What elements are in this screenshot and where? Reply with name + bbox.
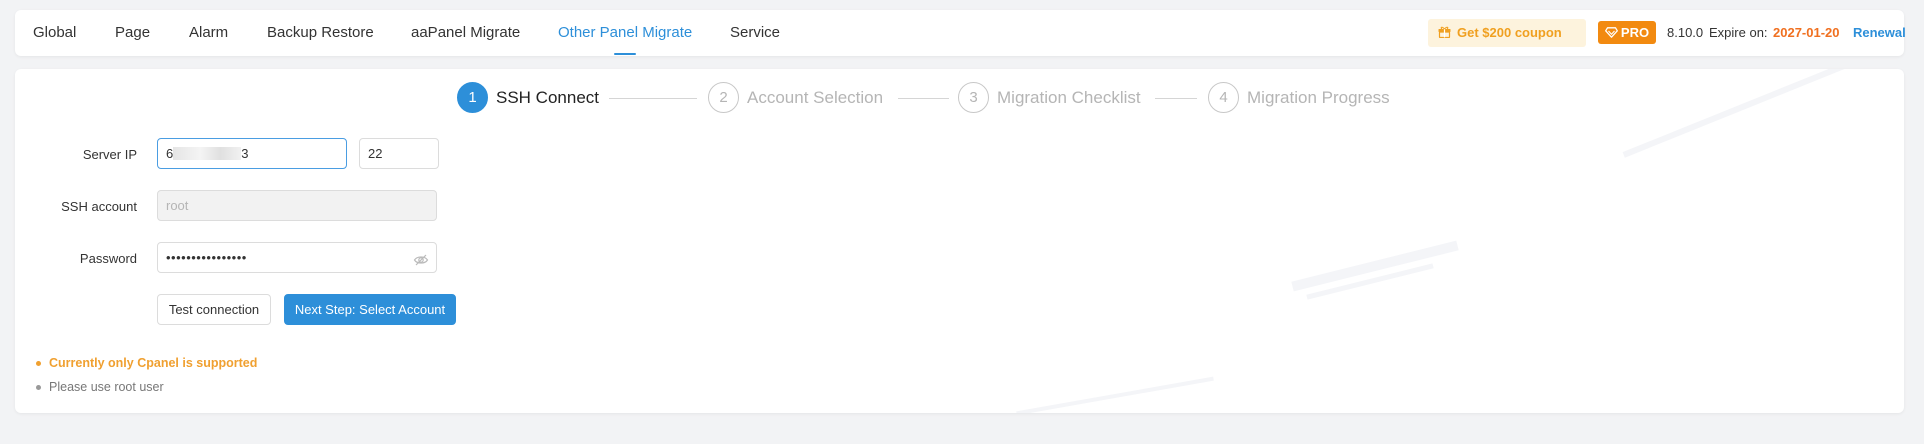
step-label: Account Selection: [747, 88, 884, 107]
tab-global[interactable]: Global: [33, 10, 76, 56]
server-ip-label: Server IP: [82, 147, 137, 162]
step-connector: [609, 98, 697, 99]
step-label: SSH Connect: [496, 88, 599, 107]
tab-aapanel-migrate[interactable]: aaPanel Migrate: [411, 10, 520, 56]
ssh-account-input: root: [157, 190, 437, 221]
tab-service[interactable]: Service: [730, 10, 780, 56]
step-label: Migration Checklist: [997, 88, 1141, 107]
password-label: Password: [79, 251, 137, 266]
background-decoration: [1622, 69, 1848, 158]
ssh-account-label: SSH account: [61, 199, 137, 214]
tab-other-panel-migrate[interactable]: Other Panel Migrate: [558, 10, 692, 56]
expire-date: 2027-01-20: [1773, 25, 1840, 40]
gift-icon: [1438, 19, 1451, 47]
diamond-icon: [1604, 27, 1618, 38]
tab-page[interactable]: Page: [115, 10, 150, 56]
password-value: ••••••••••••••••: [166, 250, 247, 265]
step-label: Migration Progress: [1247, 88, 1390, 107]
eye-hidden-icon[interactable]: [413, 249, 429, 266]
step-connector: [1155, 98, 1197, 99]
tab-alarm[interactable]: Alarm: [189, 10, 228, 56]
test-connection-button[interactable]: Test connection: [157, 294, 271, 325]
next-step-button[interactable]: Next Step: Select Account: [284, 294, 456, 325]
coupon-label: Get $200 coupon: [1457, 25, 1562, 40]
step-number: 4: [1208, 82, 1239, 113]
background-decoration: [1291, 240, 1459, 292]
notes-list: Currently only Cpanel is supported Pleas…: [35, 355, 257, 403]
step-number: 1: [457, 82, 488, 113]
server-ip-input[interactable]: 63: [157, 138, 347, 169]
settings-tab-bar: Global Page Alarm Backup Restore aaPanel…: [15, 10, 1906, 56]
ssh-port-input[interactable]: 22: [359, 138, 439, 169]
tab-backup-restore[interactable]: Backup Restore: [267, 10, 374, 56]
step-number: 3: [958, 82, 989, 113]
server-ip-prefix: 6: [166, 146, 174, 161]
pro-label: PRO: [1620, 25, 1650, 40]
server-ip-suffix: 3: [241, 146, 249, 161]
coupon-button[interactable]: Get $200 coupon: [1428, 19, 1586, 47]
background-decoration: [1016, 376, 1214, 413]
step-connector: [898, 98, 949, 99]
password-input[interactable]: ••••••••••••••••: [157, 242, 437, 273]
version-text: 8.10.0: [1667, 25, 1704, 40]
renewal-link[interactable]: Renewal: [1853, 10, 1906, 56]
pro-badge[interactable]: PRO: [1598, 21, 1656, 44]
migration-panel: 1 SSH Connect 2 Account Selection 3 Migr…: [15, 69, 1904, 413]
note-cpanel-only: Currently only Cpanel is supported: [35, 355, 257, 379]
masked-ip-segment: [173, 147, 242, 160]
expire-label: Expire on:: [1709, 25, 1768, 40]
note-root-user: Please use root user: [35, 379, 257, 403]
step-number: 2: [708, 82, 739, 113]
